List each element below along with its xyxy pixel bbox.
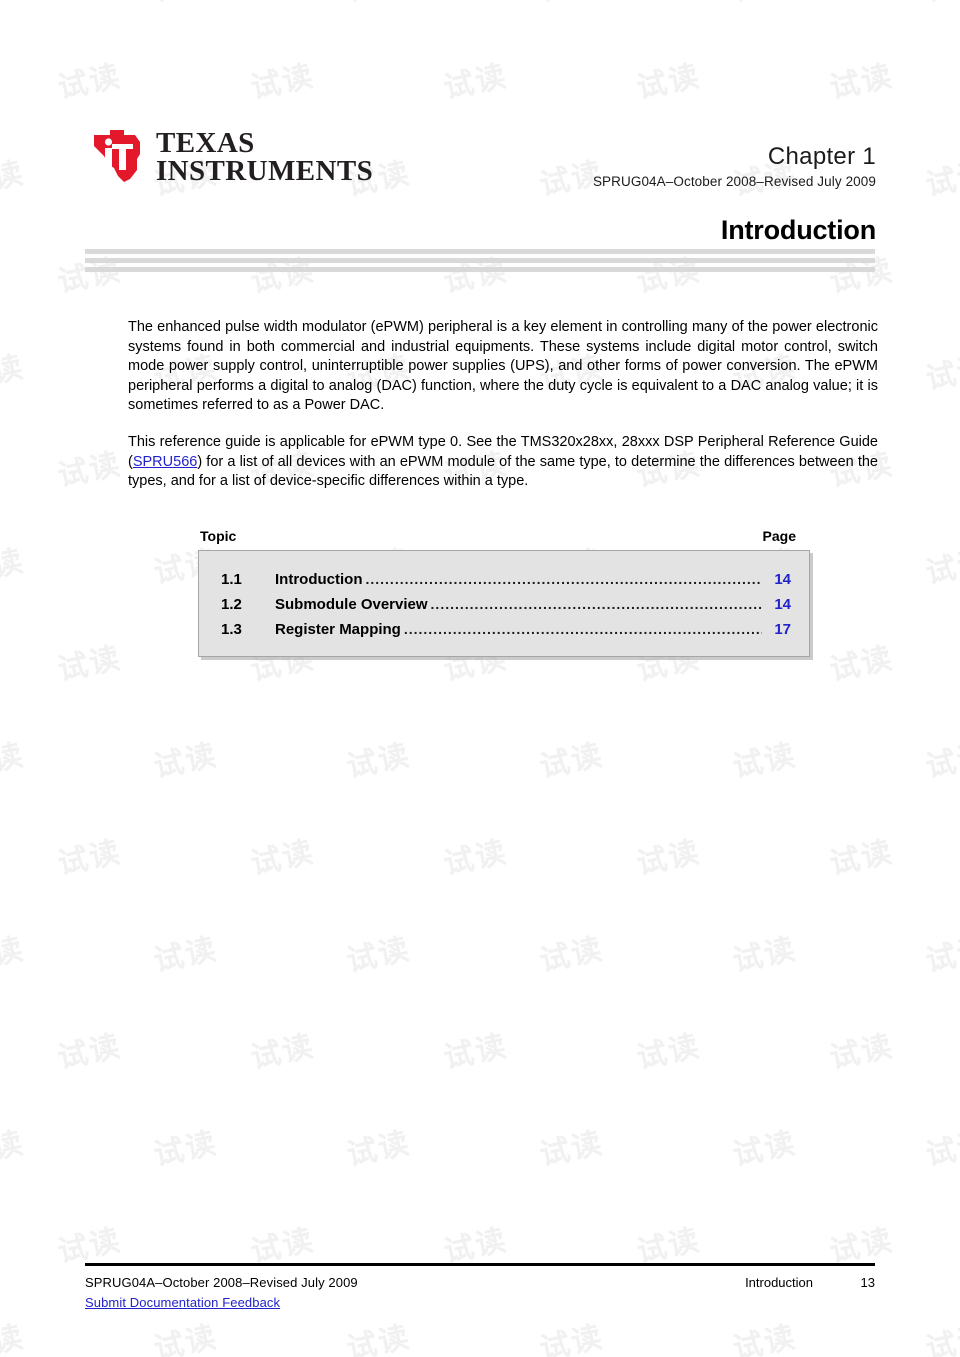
header-doc-revision: SPRUG04A–October 2008–Revised July 2009 bbox=[592, 174, 876, 190]
chapter-toc: Topic Page 1.1 Introduction..............… bbox=[198, 528, 810, 657]
toc-row[interactable]: 1.1 Introduction.........................… bbox=[213, 567, 795, 592]
page-header: TEXAS INSTRUMENTS Chapter 1 SPRUG04A–Oct… bbox=[0, 0, 960, 272]
toc-row-leader-dots: ........................................… bbox=[365, 571, 762, 587]
intro-paragraph-1: The enhanced pulse width modulator (ePWM… bbox=[128, 319, 878, 414]
toc-row-number: 1.3 bbox=[221, 621, 242, 638]
ti-wordmark-texas: TEXAS bbox=[156, 127, 255, 159]
footer-right: Introduction 13 bbox=[745, 1275, 875, 1290]
toc-topic-header: Topic bbox=[200, 528, 237, 544]
document-page: 试读 试读 试读 试读 试读 试读 试读 试读 试读 试读 试读 试读 试读 试读 试读 试读 试读 试读 试读 试读… bbox=[0, 0, 960, 1357]
toc-row-page-number[interactable]: 14 bbox=[765, 592, 795, 617]
toc-row-number: 1.2 bbox=[221, 596, 242, 613]
intro-paragraph-2: This reference guide is applicable for e… bbox=[128, 433, 878, 492]
toc-header-row: Topic Page bbox=[198, 528, 810, 550]
footer-rule bbox=[85, 1263, 875, 1266]
header-right-block: Chapter 1 SPRUG04A–October 2008–Revised … bbox=[592, 143, 876, 190]
footer-doc-revision: SPRUG04A–October 2008–Revised July 2009 bbox=[85, 1275, 358, 1290]
toc-row-title[interactable]: Introduction bbox=[275, 567, 362, 592]
toc-page-header: Page bbox=[762, 528, 796, 544]
toc-row[interactable]: 1.2 Submodule Overview...................… bbox=[213, 592, 795, 617]
footer-content: SPRUG04A–October 2008–Revised July 2009 … bbox=[85, 1275, 875, 1310]
page-footer: SPRUG04A–October 2008–Revised July 2009 … bbox=[0, 1247, 960, 1357]
toc-row-page-number[interactable]: 14 bbox=[765, 567, 795, 592]
header-rule-2 bbox=[85, 258, 875, 263]
footer-page-number: 13 bbox=[860, 1275, 875, 1290]
page-content: TEXAS INSTRUMENTS Chapter 1 SPRUG04A–Oct… bbox=[0, 0, 960, 1357]
spru566-link[interactable]: SPRU566 bbox=[133, 454, 197, 470]
toc-row-page-number[interactable]: 17 bbox=[765, 617, 795, 642]
toc-box: 1.1 Introduction.........................… bbox=[198, 550, 810, 657]
toc-row-leader-dots: ........................................… bbox=[430, 596, 762, 612]
body-text: The enhanced pulse width modulator (ePWM… bbox=[128, 318, 878, 492]
ti-logo-icon bbox=[94, 130, 140, 182]
ti-wordmark-instruments: INSTRUMENTS bbox=[156, 154, 374, 187]
header-rule-group bbox=[85, 249, 875, 272]
header-rule-3 bbox=[85, 267, 875, 272]
toc-row-number: 1.1 bbox=[221, 571, 242, 588]
header-rule-1 bbox=[85, 249, 875, 254]
paragraph-2-text-after-link: ) for a list of all devices with an ePWM… bbox=[128, 453, 878, 490]
footer-left: SPRUG04A–October 2008–Revised July 2009 … bbox=[85, 1275, 358, 1310]
toc-row-leader-dots: ........................................… bbox=[403, 621, 762, 637]
footer-section-name: Introduction bbox=[745, 1275, 813, 1290]
ti-logo-block: TEXAS INSTRUMENTS bbox=[88, 126, 373, 186]
submit-documentation-feedback-link[interactable]: Submit Documentation Feedback bbox=[85, 1295, 358, 1310]
page-title: Introduction bbox=[720, 215, 876, 245]
toc-row-title[interactable]: Submodule Overview bbox=[275, 592, 428, 617]
chapter-label: Chapter 1 bbox=[767, 143, 876, 170]
toc-row-title[interactable]: Register Mapping bbox=[275, 617, 401, 642]
toc-row[interactable]: 1.3 Register Mapping.....................… bbox=[213, 617, 795, 642]
